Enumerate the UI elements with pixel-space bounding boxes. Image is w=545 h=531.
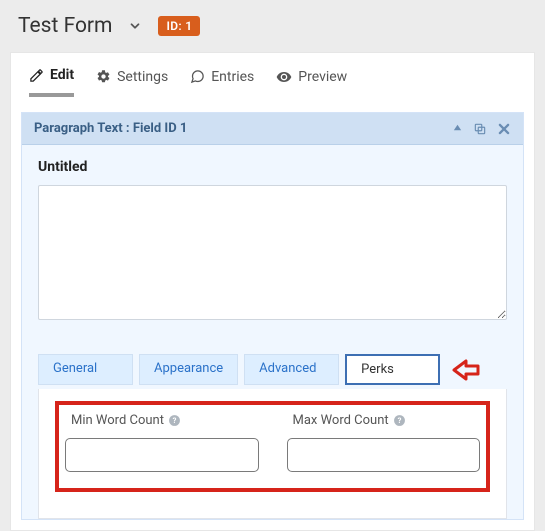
tab-preview-label: Preview bbox=[298, 69, 347, 85]
max-word-count-group: Max Word Count ? bbox=[287, 413, 481, 472]
edit-icon bbox=[29, 68, 44, 83]
min-word-count-input[interactable] bbox=[65, 438, 259, 472]
eye-icon bbox=[276, 69, 292, 85]
min-word-count-label-text: Min Word Count bbox=[71, 413, 164, 428]
field-title-label: Untitled bbox=[38, 159, 507, 175]
paragraph-textarea[interactable] bbox=[38, 185, 507, 320]
duplicate-icon[interactable] bbox=[473, 122, 487, 136]
min-word-count-label: Min Word Count ? bbox=[65, 413, 259, 428]
tab-settings[interactable]: Settings bbox=[96, 69, 168, 95]
field-header-label: Paragraph Text : Field ID 1 bbox=[34, 121, 187, 136]
subtab-perks[interactable]: Perks bbox=[345, 354, 440, 385]
page-header: Test Form ID: 1 bbox=[0, 0, 545, 44]
tab-edit-label: Edit bbox=[50, 67, 74, 83]
close-icon[interactable] bbox=[497, 122, 511, 136]
field-header-actions bbox=[452, 122, 511, 136]
help-icon[interactable]: ? bbox=[393, 414, 406, 427]
field-editor-card: Paragraph Text : Field ID 1 Untitled Gen… bbox=[21, 112, 524, 520]
max-word-count-input[interactable] bbox=[287, 438, 481, 472]
tab-entries-label: Entries bbox=[211, 69, 254, 85]
annotation-arrow-icon bbox=[452, 357, 482, 383]
form-id-badge: ID: 1 bbox=[158, 16, 200, 36]
help-icon[interactable]: ? bbox=[168, 414, 181, 427]
max-word-count-label: Max Word Count ? bbox=[287, 413, 481, 428]
annotation-highlight-box: Min Word Count ? Max Word Count ? bbox=[55, 401, 490, 492]
tab-settings-label: Settings bbox=[117, 69, 168, 85]
main-tabs: Edit Settings Entries Preview bbox=[11, 53, 534, 96]
form-title: Test Form bbox=[18, 14, 112, 38]
editor-panel: Edit Settings Entries Preview Paragraph … bbox=[10, 52, 535, 531]
field-subtabs: General Appearance Advanced Perks bbox=[22, 336, 523, 389]
speech-bubble-icon bbox=[190, 69, 205, 84]
subtab-appearance[interactable]: Appearance bbox=[139, 354, 238, 385]
perks-panel: Min Word Count ? Max Word Count ? bbox=[38, 389, 507, 519]
svg-text:?: ? bbox=[173, 416, 177, 425]
tab-edit[interactable]: Edit bbox=[29, 67, 74, 97]
field-header[interactable]: Paragraph Text : Field ID 1 bbox=[22, 113, 523, 145]
max-word-count-label-text: Max Word Count bbox=[293, 413, 389, 428]
collapse-icon[interactable] bbox=[452, 122, 463, 136]
tab-preview[interactable]: Preview bbox=[276, 69, 347, 95]
subtab-advanced[interactable]: Advanced bbox=[244, 354, 339, 385]
svg-text:?: ? bbox=[397, 416, 401, 425]
chevron-down-icon[interactable] bbox=[128, 19, 142, 33]
min-word-count-group: Min Word Count ? bbox=[65, 413, 259, 472]
field-body: Untitled bbox=[22, 145, 523, 336]
gear-icon bbox=[96, 69, 111, 84]
tab-entries[interactable]: Entries bbox=[190, 69, 254, 95]
subtab-general[interactable]: General bbox=[38, 354, 133, 385]
